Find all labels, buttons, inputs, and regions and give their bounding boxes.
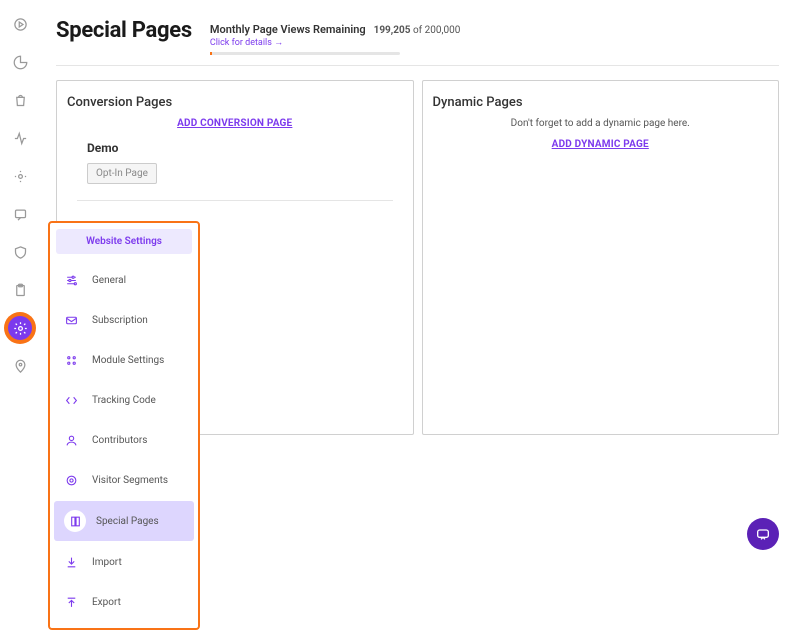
conversion-item-name: Demo	[87, 141, 393, 155]
dynamic-card-title: Dynamic Pages	[433, 95, 769, 110]
popup-item-visitor-segments[interactable]: Visitor Segments	[50, 460, 198, 500]
popup-item-label: Tracking Code	[92, 395, 156, 406]
popup-item-label: General	[92, 275, 126, 286]
dynamic-empty-text: Don't forget to add a dynamic page here.	[433, 118, 769, 129]
shield-icon[interactable]	[6, 238, 34, 266]
page-title: Special Pages	[56, 18, 192, 43]
quota-progress-bar	[210, 52, 400, 55]
conversion-item-tag: Opt-In Page	[87, 163, 157, 184]
clipboard-icon[interactable]	[6, 276, 34, 304]
target-icon	[60, 469, 82, 491]
sliders-icon	[60, 269, 82, 291]
popup-item-export[interactable]: Export	[50, 582, 198, 622]
popup-item-label: Module Settings	[92, 355, 164, 366]
quota-label: Monthly Page Views Remaining	[210, 23, 366, 36]
quota-details-link[interactable]: Click for details →	[210, 37, 460, 48]
user-icon	[60, 429, 82, 451]
popup-item-label: Visitor Segments	[92, 475, 168, 486]
left-nav-rail	[0, 0, 40, 566]
popup-item-general[interactable]: General	[50, 260, 198, 300]
pin-icon[interactable]	[6, 352, 34, 380]
activity-icon[interactable]	[6, 124, 34, 152]
pie-icon[interactable]	[6, 48, 34, 76]
dynamic-pages-card: Dynamic Pages Don't forget to add a dyna…	[422, 80, 780, 435]
grid-icon	[60, 349, 82, 371]
page-header: Special Pages Monthly Page Views Remaini…	[56, 0, 779, 66]
download-icon	[60, 551, 82, 573]
quota-block: Monthly Page Views Remaining 199,205 of …	[210, 18, 460, 55]
play-icon[interactable]	[6, 10, 34, 38]
popup-item-module-settings[interactable]: Module Settings	[50, 340, 198, 380]
popup-item-tracking-code[interactable]: Tracking Code	[50, 380, 198, 420]
add-dynamic-page-link[interactable]: ADD DYNAMIC PAGE	[433, 139, 769, 150]
pages-icon	[64, 510, 86, 532]
help-fab[interactable]	[747, 518, 779, 550]
conversion-item[interactable]: Demo Opt-In Page	[77, 141, 393, 201]
bag-icon[interactable]	[6, 86, 34, 114]
gear-icon[interactable]	[6, 314, 34, 342]
focus-icon[interactable]	[6, 162, 34, 190]
chat-icon[interactable]	[6, 200, 34, 228]
popup-item-label: Subscription	[92, 315, 148, 326]
settings-popup: Website Settings General Subscription Mo…	[48, 221, 200, 630]
code-icon	[60, 389, 82, 411]
popup-item-import[interactable]: Import	[50, 542, 198, 582]
popup-title: Website Settings	[56, 229, 192, 254]
popup-item-label: Export	[92, 597, 121, 608]
popup-item-subscription[interactable]: Subscription	[50, 300, 198, 340]
mail-icon	[60, 309, 82, 331]
conversion-card-title: Conversion Pages	[67, 95, 403, 110]
add-conversion-page-link[interactable]: ADD CONVERSION PAGE	[67, 118, 403, 129]
popup-item-contributors[interactable]: Contributors	[50, 420, 198, 460]
popup-item-special-pages[interactable]: Special Pages	[54, 501, 194, 541]
upload-icon	[60, 591, 82, 613]
popup-item-label: Contributors	[92, 435, 147, 446]
quota-counts: 199,205 of 200,000	[374, 25, 461, 36]
popup-item-label: Special Pages	[96, 516, 159, 527]
